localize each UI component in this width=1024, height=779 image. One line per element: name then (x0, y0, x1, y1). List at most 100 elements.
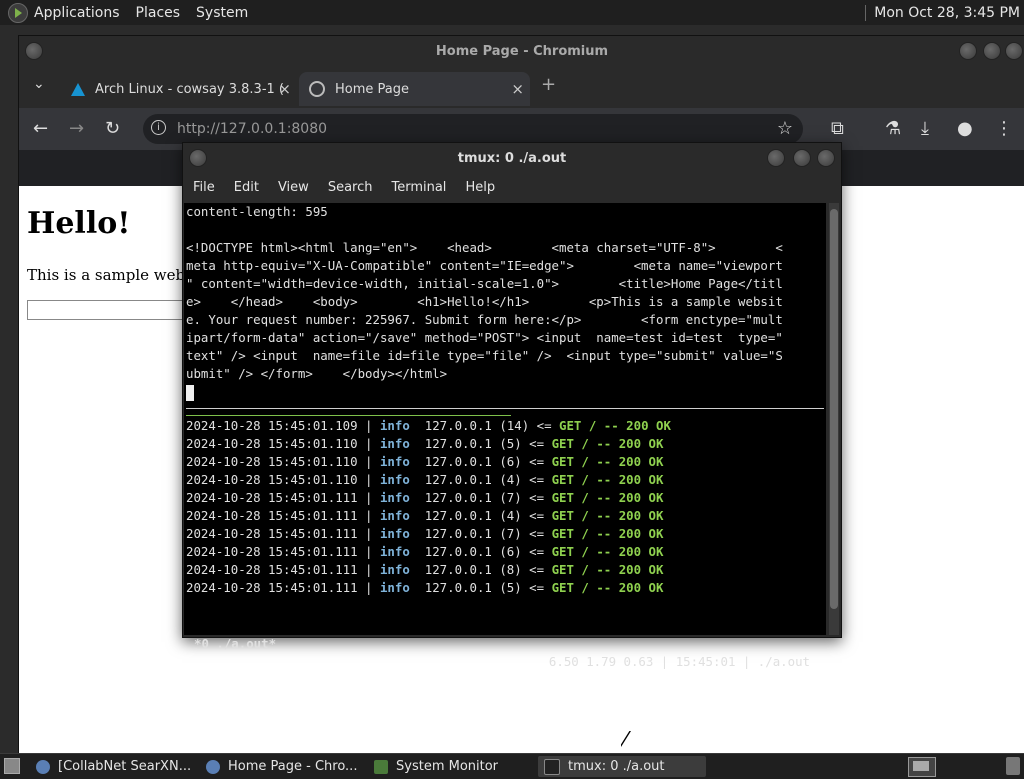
chromium-window-title: Home Page - Chromium (435, 44, 609, 59)
show-desktop-icon[interactable] (4, 758, 20, 774)
terminal-screen[interactable]: content-length: 595 <!DOCTYPE html><html… (184, 203, 826, 635)
reload-icon[interactable]: ↻ (105, 118, 120, 139)
tab-search-icon[interactable]: ⌄ (33, 76, 45, 92)
system-menu[interactable]: System (196, 5, 248, 21)
taskbar-item-home-page[interactable]: Home Page - Chro... (200, 756, 366, 777)
terminal-cursor-line (184, 383, 826, 401)
log-timestamp: 2024-10-28 15:45:01.109 (186, 418, 358, 433)
bottom-taskbar: [CollabNet SearXN... Home Page - Chro...… (0, 753, 1024, 779)
log-level: info (379, 472, 410, 487)
menu-edit[interactable]: Edit (234, 180, 259, 195)
log-separator: | (357, 526, 380, 541)
taskbar-item-label: Home Page - Chro... (228, 759, 358, 774)
tab-label: Home Page (335, 81, 409, 97)
log-address: 127.0.0.1 (6) <= (424, 454, 552, 469)
terminal-line: <!DOCTYPE html><html lang="en"> <head> <… (186, 240, 783, 255)
log-request: GET / -- 200 OK (551, 562, 664, 577)
download-icon[interactable]: ⤓ (921, 118, 929, 139)
address-bar[interactable]: i http://127.0.0.1:8080 ☆ (143, 114, 803, 144)
log-timestamp: 2024-10-28 15:45:01.110 (186, 436, 358, 451)
log-timestamp: 2024-10-28 15:45:01.111 (186, 562, 358, 577)
log-separator: | (357, 418, 380, 433)
log-timestamp: 2024-10-28 15:45:01.111 (186, 580, 358, 595)
workspace-switcher[interactable] (908, 757, 936, 777)
trash-icon[interactable] (1006, 757, 1020, 775)
applications-menu[interactable]: Applications (34, 5, 120, 21)
back-arrow-icon[interactable]: ← (33, 118, 48, 139)
menu-file[interactable]: File (193, 180, 215, 195)
terminal-window: tmux: 0 ./a.out File Edit View Search Te… (182, 142, 842, 669)
terminal-scrollbar[interactable] (829, 203, 839, 635)
taskbar-item-tmux[interactable]: tmux: 0 ./a.out (538, 756, 706, 777)
tab-arch-linux[interactable]: Arch Linux - cowsay 3.8.3-1 ( × (61, 72, 297, 106)
taskbar-item-label: [CollabNet SearXN... (58, 759, 192, 774)
menu-kebab-icon[interactable]: ⋮ (995, 118, 1013, 139)
log-row: 2024-10-28 15:45:01.111 | info 127.0.0.1… (184, 561, 826, 579)
log-level: info (379, 544, 410, 559)
terminal-line: e. Your request number: 225967. Submit f… (186, 312, 783, 327)
site-info-icon[interactable]: i (151, 120, 166, 135)
log-timestamp: 2024-10-28 15:45:01.111 (186, 526, 358, 541)
log-separator: | (357, 562, 380, 577)
tmux-window-label[interactable]: *0 ./a.out* (194, 635, 276, 653)
forward-arrow-icon[interactable]: → (69, 118, 84, 139)
terminal-titlebar[interactable]: tmux: 0 ./a.out (183, 143, 841, 173)
top-panel: Applications Places System Mon Oct 28, 3… (0, 0, 1024, 25)
pane-divider-active (186, 415, 511, 416)
extensions-icon[interactable]: ⧉ (831, 118, 844, 139)
log-separator (410, 472, 425, 487)
log-request: GET / -- 200 OK (559, 418, 671, 433)
log-row: 2024-10-28 15:45:01.110 | info 127.0.0.1… (184, 471, 826, 489)
menu-help[interactable]: Help (465, 180, 495, 195)
chromium-titlebar[interactable]: Home Page - Chromium (19, 36, 1024, 68)
arch-linux-icon (71, 82, 85, 96)
places-menu[interactable]: Places (136, 5, 181, 21)
log-address: 127.0.0.1 (4) <= (424, 472, 552, 487)
log-address: 127.0.0.1 (7) <= (424, 526, 552, 541)
taskbar-item-system-monitor[interactable]: System Monitor (368, 756, 534, 777)
menu-search[interactable]: Search (328, 180, 373, 195)
taskbar-item-searxng[interactable]: [CollabNet SearXN... (30, 756, 198, 777)
log-row: 2024-10-28 15:45:01.111 | info 127.0.0.1… (184, 579, 826, 597)
tab-close-icon[interactable]: × (278, 80, 291, 98)
log-request: GET / -- 200 OK (551, 544, 664, 559)
panel-separator (865, 4, 867, 21)
text-cursor (186, 384, 194, 401)
menu-view[interactable]: View (278, 180, 309, 195)
log-separator (410, 418, 425, 433)
terminal-line: ubmit" /> </form> </body></html> (186, 366, 448, 381)
close-button[interactable] (1005, 42, 1023, 60)
log-row: 2024-10-28 15:45:01.110 | info 127.0.0.1… (184, 453, 826, 471)
url-port: :8080 (286, 121, 328, 137)
log-timestamp: 2024-10-28 15:45:01.110 (186, 472, 358, 487)
log-separator (410, 526, 425, 541)
menu-terminal[interactable]: Terminal (391, 180, 446, 195)
terminal-line: ipart/form-data" action="/save" method="… (186, 330, 783, 345)
distro-logo-icon[interactable] (8, 2, 28, 23)
log-separator (410, 562, 425, 577)
log-row: 2024-10-28 15:45:01.111 | info 127.0.0.1… (184, 507, 826, 525)
maximize-button[interactable] (793, 149, 811, 167)
chromium-icon (36, 759, 50, 774)
maximize-button[interactable] (983, 42, 1001, 60)
new-tab-button[interactable]: + (541, 74, 556, 95)
minimize-button[interactable] (959, 42, 977, 60)
taskbar-item-label: System Monitor (396, 759, 499, 774)
url-host: http://127.0.0.1 (177, 121, 287, 137)
scrollbar-thumb[interactable] (830, 209, 838, 609)
tab-home-page[interactable]: Home Page × (299, 72, 530, 106)
tab-close-icon[interactable]: × (511, 80, 524, 98)
labs-flask-icon[interactable]: ⚗ (885, 118, 901, 139)
minimize-button[interactable] (767, 149, 785, 167)
clock[interactable]: Mon Oct 28, 3:45 PM (874, 5, 1020, 21)
close-button[interactable] (817, 149, 835, 167)
log-timestamp: 2024-10-28 15:45:01.110 (186, 454, 358, 469)
terminal-icon (544, 758, 560, 775)
log-separator: | (357, 544, 380, 559)
bookmark-star-icon[interactable]: ☆ (777, 118, 793, 139)
log-request: GET / -- 200 OK (551, 436, 664, 451)
log-request: GET / -- 200 OK (551, 472, 664, 487)
log-separator: | (357, 580, 380, 595)
profile-icon[interactable]: ● (957, 118, 973, 139)
log-row: 2024-10-28 15:45:01.111 | info 127.0.0.1… (184, 525, 826, 543)
